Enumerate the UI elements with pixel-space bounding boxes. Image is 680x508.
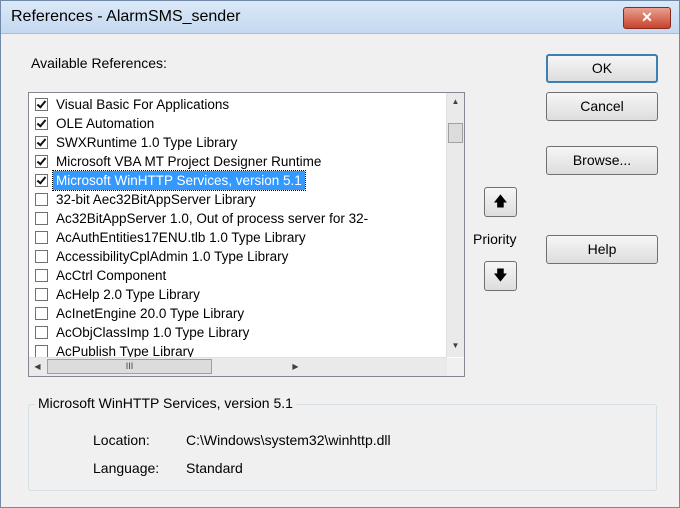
scroll-down-icon[interactable]: ▼	[447, 337, 464, 354]
reference-label: Microsoft WinHTTP Services, version 5.1	[52, 170, 306, 191]
reference-checkbox[interactable]	[35, 212, 48, 225]
browse-button[interactable]: Browse...	[546, 146, 658, 175]
reference-checkbox[interactable]	[35, 231, 48, 244]
reference-label: Microsoft VBA MT Project Designer Runtim…	[56, 154, 322, 169]
horizontal-scrollbar[interactable]: ◀ III ▶	[29, 357, 447, 376]
reference-label: AcCtrl Component	[56, 268, 167, 283]
reference-checkbox[interactable]	[35, 155, 48, 168]
reference-checkbox[interactable]	[35, 269, 48, 282]
close-button[interactable]: ✕	[623, 7, 671, 29]
arrow-up-icon: 🡅	[493, 193, 508, 209]
reference-checkbox[interactable]	[35, 174, 48, 187]
vertical-scroll-thumb[interactable]	[448, 123, 463, 143]
references-list[interactable]: Visual Basic For Applications OLE Automat…	[28, 92, 465, 377]
vertical-scrollbar[interactable]: ▲ ▼	[446, 93, 464, 357]
reference-label: SWXRuntime 1.0 Type Library	[56, 135, 238, 150]
reference-label: AcHelp 2.0 Type Library	[56, 287, 200, 302]
reference-label: AcInetEngine 20.0 Type Library	[56, 306, 245, 321]
cancel-button[interactable]: Cancel	[546, 92, 658, 121]
reference-label: AcObjClassImp 1.0 Type Library	[56, 325, 250, 340]
window-title: References - AlarmSMS_sender	[11, 8, 241, 25]
reference-details-title: Microsoft WinHTTP Services, version 5.1	[35, 395, 296, 411]
reference-checkbox[interactable]	[35, 250, 48, 263]
reference-checkbox[interactable]	[35, 136, 48, 149]
reference-checkbox[interactable]	[35, 326, 48, 339]
ok-button[interactable]: OK	[546, 54, 658, 83]
priority-up-button[interactable]: 🡅	[484, 187, 517, 217]
reference-label: AccessibilityCplAdmin 1.0 Type Library	[56, 249, 289, 264]
language-label: Language:	[93, 460, 160, 476]
reference-checkbox[interactable]	[35, 288, 48, 301]
priority-label: Priority	[473, 231, 517, 247]
close-icon: ✕	[641, 9, 653, 25]
reference-label: 32-bit Aec32BitAppServer Library	[56, 192, 256, 207]
available-references-label: Available References:	[31, 55, 167, 71]
reference-label: Visual Basic For Applications	[56, 97, 230, 112]
horizontal-scroll-thumb[interactable]: III	[47, 359, 212, 374]
reference-label: OLE Automation	[56, 116, 155, 131]
scroll-up-icon[interactable]: ▲	[447, 93, 464, 110]
title-bar[interactable]: References - AlarmSMS_sender ✕	[1, 1, 679, 34]
reference-checkbox[interactable]	[35, 98, 48, 111]
reference-label: AcAuthEntities17ENU.tlb 1.0 Type Library	[56, 230, 306, 245]
reference-checkbox[interactable]	[35, 307, 48, 320]
scrollbar-corner	[447, 358, 464, 376]
scroll-right-icon[interactable]: ▶	[287, 358, 304, 375]
location-value: C:\Windows\system32\winhttp.dll	[186, 432, 391, 448]
priority-down-button[interactable]: 🡇	[484, 261, 517, 291]
location-label: Location:	[93, 432, 150, 448]
help-button[interactable]: Help	[546, 235, 658, 264]
reference-checkbox[interactable]	[35, 193, 48, 206]
reference-label: Ac32BitAppServer 1.0, Out of process ser…	[56, 211, 369, 226]
language-value: Standard	[186, 460, 243, 476]
references-dialog: References - AlarmSMS_sender ✕ Available…	[0, 0, 680, 508]
arrow-down-icon: 🡇	[493, 267, 508, 283]
scroll-left-icon[interactable]: ◀	[29, 358, 46, 375]
reference-checkbox[interactable]	[35, 117, 48, 130]
